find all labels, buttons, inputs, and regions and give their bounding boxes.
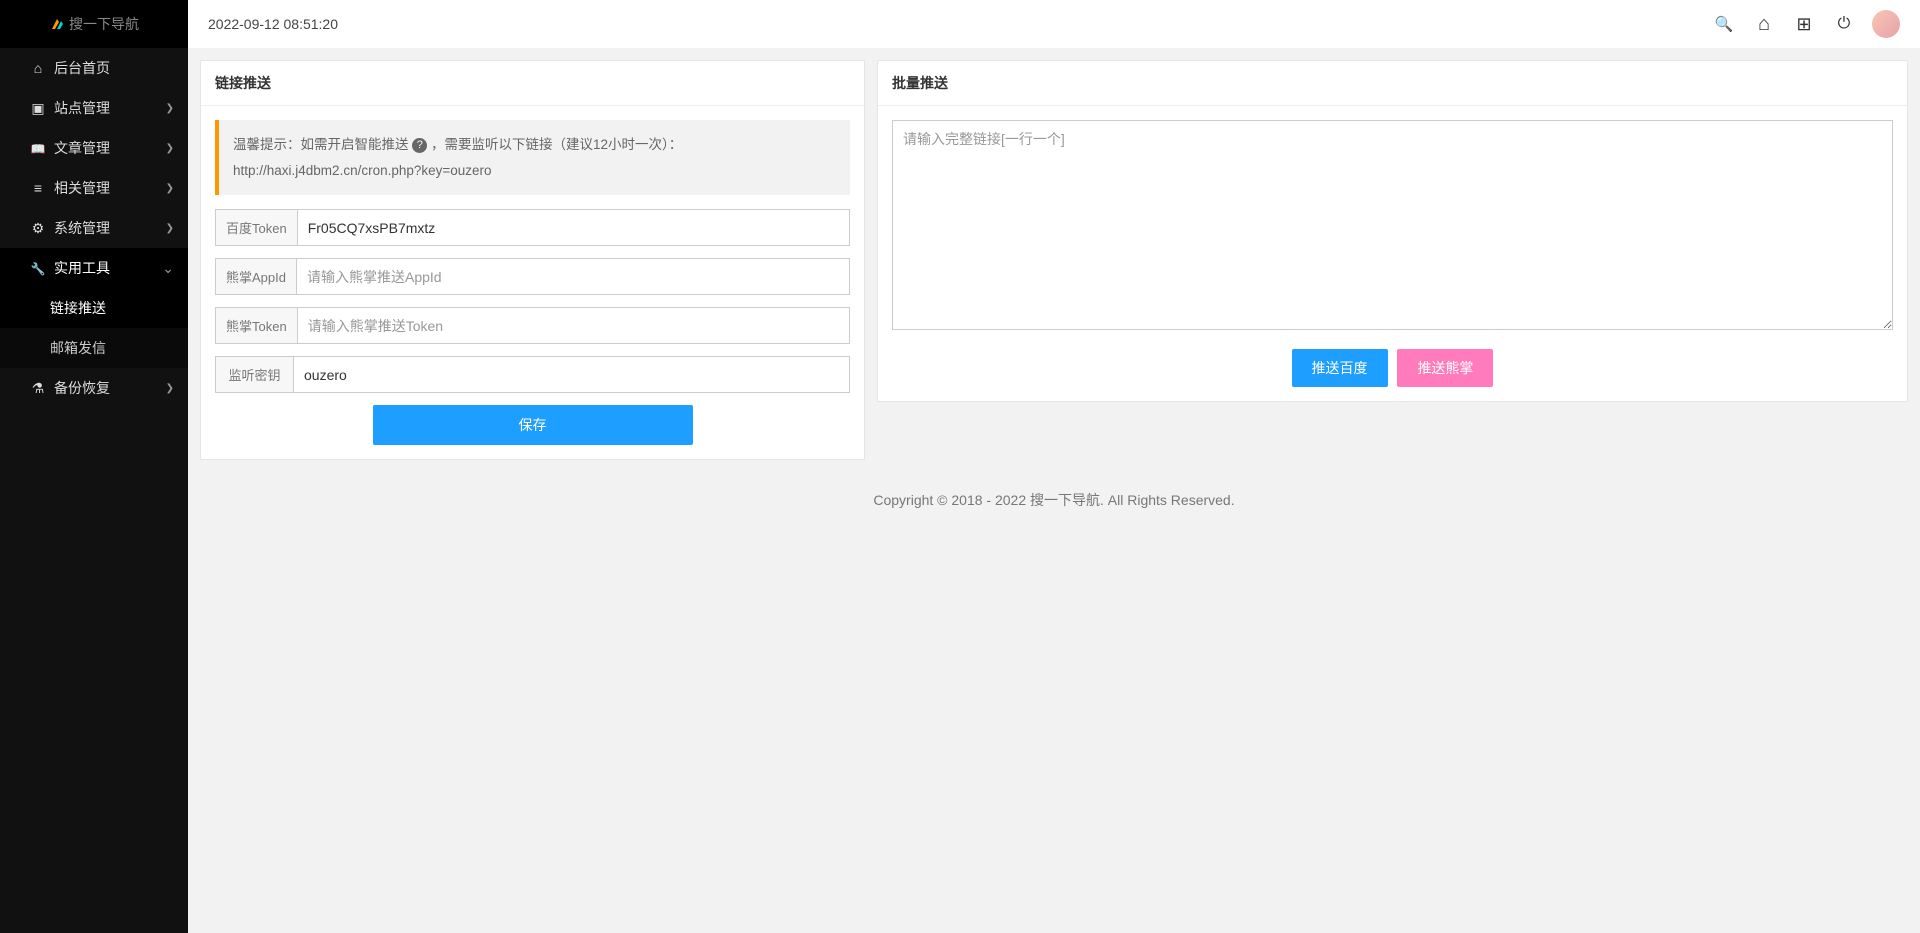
sidebar-sub-tools: 链接推送 邮箱发信 <box>0 288 188 368</box>
field-baidu-token: 百度Token <box>215 209 850 246</box>
brand-logo[interactable]: 搜一下导航 <box>0 0 188 48</box>
input-baidu-token[interactable] <box>297 209 850 246</box>
cube-icon <box>30 100 46 117</box>
sidebar: 搜一下导航 后台首页 站点管理 文章管理 相关管理 系统管理 实用 <box>0 0 188 933</box>
topbar: 2022-09-12 08:51:20 <box>188 0 1920 48</box>
alert-mid: ，需要监听以下链接（建议12小时一次）： <box>427 137 682 152</box>
avatar[interactable] <box>1872 10 1900 38</box>
sliders-icon <box>30 180 46 196</box>
sidebar-item-related[interactable]: 相关管理 <box>0 168 188 208</box>
footer: Copyright © 2018 - 2022 搜一下导航. All Right… <box>188 472 1920 540</box>
logo-icon <box>49 16 65 32</box>
alert-tip: 温馨提示：如需开启智能推送 ? ，需要监听以下链接（建议12小时一次）： htt… <box>215 120 850 195</box>
chevron-right-icon <box>166 383 174 394</box>
panel-title: 链接推送 <box>201 61 864 106</box>
panel-batch-push: 批量推送 推送百度 推送熊掌 <box>877 60 1908 402</box>
field-xz-token: 熊掌Token <box>215 307 850 344</box>
panel-title: 批量推送 <box>878 61 1907 106</box>
batch-links-textarea[interactable] <box>892 120 1893 330</box>
brand-name: 搜一下导航 <box>69 14 139 34</box>
chevron-right-icon <box>166 103 174 114</box>
chevron-right-icon <box>166 223 174 234</box>
home-icon[interactable] <box>1744 4 1784 44</box>
sidebar-item-dashboard[interactable]: 后台首页 <box>0 48 188 88</box>
search-icon[interactable] <box>1704 4 1744 44</box>
label-baidu-token: 百度Token <box>215 209 297 246</box>
push-baidu-button[interactable]: 推送百度 <box>1292 349 1388 387</box>
batch-actions: 推送百度 推送熊掌 <box>892 349 1893 387</box>
sidebar-sub-mail[interactable]: 邮箱发信 <box>0 328 188 368</box>
field-listen-key: 监听密钥 <box>215 356 850 393</box>
question-icon[interactable]: ? <box>412 138 427 153</box>
nav-label: 相关管理 <box>54 178 110 198</box>
panel-link-push: 链接推送 温馨提示：如需开启智能推送 ? ，需要监听以下链接（建议12小时一次）… <box>200 60 865 460</box>
power-icon[interactable] <box>1824 4 1864 44</box>
save-button[interactable]: 保存 <box>373 405 693 445</box>
alert-prefix: 温馨提示：如需开启智能推送 <box>233 137 412 152</box>
sidebar-nav: 后台首页 站点管理 文章管理 相关管理 系统管理 实用工具 <box>0 48 188 408</box>
timestamp: 2022-09-12 08:51:20 <box>208 16 338 32</box>
nav-label: 后台首页 <box>54 58 110 78</box>
sidebar-item-system[interactable]: 系统管理 <box>0 208 188 248</box>
nav-label: 文章管理 <box>54 138 110 158</box>
main: 2022-09-12 08:51:20 链接推送 温馨提示：如需开启智能推送 ?… <box>188 0 1920 933</box>
nav-label: 备份恢复 <box>54 378 110 398</box>
alert-url: http://haxi.j4dbm2.cn/cron.php?key=ouzer… <box>233 163 492 178</box>
input-xz-token[interactable] <box>297 307 850 344</box>
wrench-icon <box>30 260 46 276</box>
gear-icon <box>30 220 46 237</box>
push-xz-button[interactable]: 推送熊掌 <box>1397 349 1493 387</box>
chevron-right-icon <box>166 143 174 154</box>
sidebar-item-article[interactable]: 文章管理 <box>0 128 188 168</box>
field-xz-appid: 熊掌AppId <box>215 258 850 295</box>
chevron-down-icon <box>162 260 174 277</box>
sub-label: 邮箱发信 <box>50 340 106 356</box>
chevron-right-icon <box>166 183 174 194</box>
sidebar-item-backup[interactable]: 备份恢复 <box>0 368 188 408</box>
sub-label: 链接推送 <box>50 300 106 316</box>
label-xz-token: 熊掌Token <box>215 307 297 344</box>
plus-square-icon[interactable] <box>1784 4 1824 44</box>
sidebar-item-tools[interactable]: 实用工具 <box>0 248 188 288</box>
sidebar-sub-link-push[interactable]: 链接推送 <box>0 288 188 328</box>
home-icon <box>30 60 46 76</box>
nav-label: 系统管理 <box>54 218 110 238</box>
sidebar-item-site[interactable]: 站点管理 <box>0 88 188 128</box>
book-icon <box>30 140 46 156</box>
input-xz-appid[interactable] <box>296 258 850 295</box>
content: 链接推送 温馨提示：如需开启智能推送 ? ，需要监听以下链接（建议12小时一次）… <box>188 48 1920 472</box>
label-listen-key: 监听密钥 <box>215 356 293 393</box>
nav-label: 实用工具 <box>54 258 110 278</box>
label-xz-appid: 熊掌AppId <box>215 258 296 295</box>
nav-label: 站点管理 <box>54 98 110 118</box>
flask-icon <box>30 380 46 397</box>
input-listen-key[interactable] <box>293 356 850 393</box>
